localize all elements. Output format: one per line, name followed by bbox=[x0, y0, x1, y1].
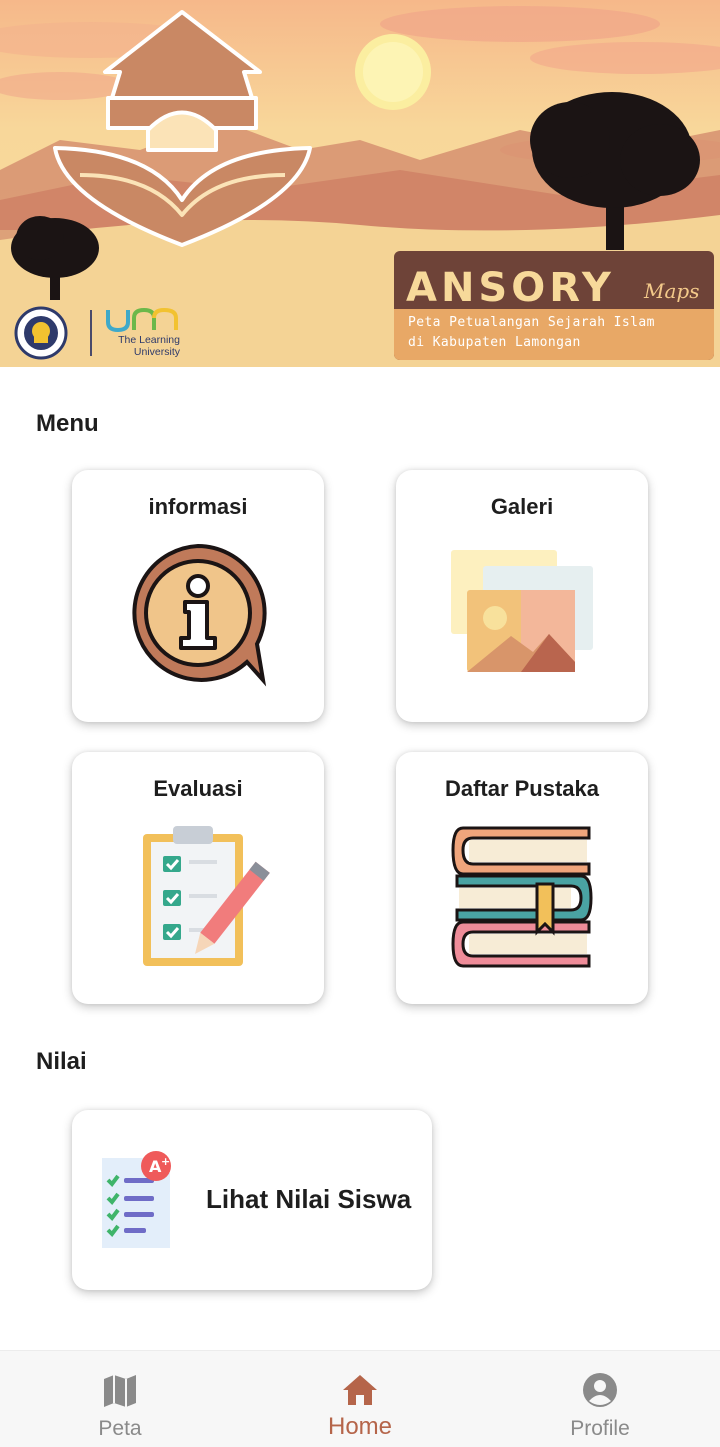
map-icon bbox=[104, 1375, 136, 1407]
menu-card-evaluasi[interactable]: Evaluasi bbox=[72, 752, 324, 1004]
nav-label-peta: Peta bbox=[98, 1417, 142, 1440]
profile-icon bbox=[583, 1373, 617, 1407]
menu-card-label: informasi bbox=[148, 494, 248, 519]
brand-suffix: Maps bbox=[644, 279, 700, 303]
brand-subtitle-line-2: di Kabupaten Lamongan bbox=[408, 335, 581, 350]
menu-card-label: Galeri bbox=[490, 494, 554, 519]
menu-card-daftar-pustaka[interactable]: Daftar Pustaka bbox=[396, 752, 648, 1004]
nav-item-profile[interactable]: Profile bbox=[480, 1351, 720, 1447]
home-icon bbox=[343, 1375, 377, 1405]
menu-card-label: Daftar Pustaka bbox=[444, 776, 600, 801]
nav-label-home: Home bbox=[327, 1413, 393, 1440]
tagline-line-1: The Learning bbox=[118, 334, 180, 346]
header-banner: The Learning University ANSORY Maps Peta… bbox=[0, 0, 720, 367]
nilai-section-title: Nilai bbox=[36, 1048, 87, 1075]
logo-divider bbox=[90, 310, 92, 356]
lihat-nilai-siswa-label: Lihat Nilai Siswa bbox=[206, 1184, 412, 1214]
lihat-nilai-siswa-card[interactable]: A + Lihat Nilai Siswa bbox=[72, 1110, 432, 1290]
grade-report-icon: A + bbox=[102, 1151, 171, 1248]
bottom-navigation: Peta Home Profile bbox=[0, 1350, 720, 1447]
menu-section-title: Menu bbox=[36, 410, 99, 437]
menu-card-label: Evaluasi bbox=[153, 776, 243, 801]
university-seal-logo bbox=[14, 306, 68, 360]
nav-item-peta[interactable]: Peta bbox=[0, 1351, 240, 1447]
brand-subtitle: Peta Petualangan Sejarah Islam di Kabupa… bbox=[394, 309, 714, 360]
university-tagline: The Learning University bbox=[104, 334, 180, 358]
gallery-icon bbox=[451, 550, 593, 672]
clipboard-checklist-icon bbox=[143, 826, 270, 966]
um-wordmark-logo bbox=[106, 307, 178, 333]
brand-logo-box: ANSORY Maps Peta Petualangan Sejarah Isl… bbox=[394, 251, 714, 360]
books-stack-icon bbox=[451, 826, 593, 968]
menu-card-informasi[interactable]: informasi bbox=[72, 470, 324, 722]
brand-title: ANSORY bbox=[406, 265, 615, 311]
brand-subtitle-line-1: Peta Petualangan Sejarah Islam bbox=[408, 315, 655, 330]
menu-card-galeri[interactable]: Galeri bbox=[396, 470, 648, 722]
svg-text:+: + bbox=[161, 1155, 170, 1168]
nav-label-profile: Profile bbox=[570, 1417, 630, 1440]
tagline-line-2: University bbox=[133, 346, 180, 358]
info-icon bbox=[132, 543, 267, 687]
nav-item-home[interactable]: Home bbox=[240, 1351, 480, 1447]
